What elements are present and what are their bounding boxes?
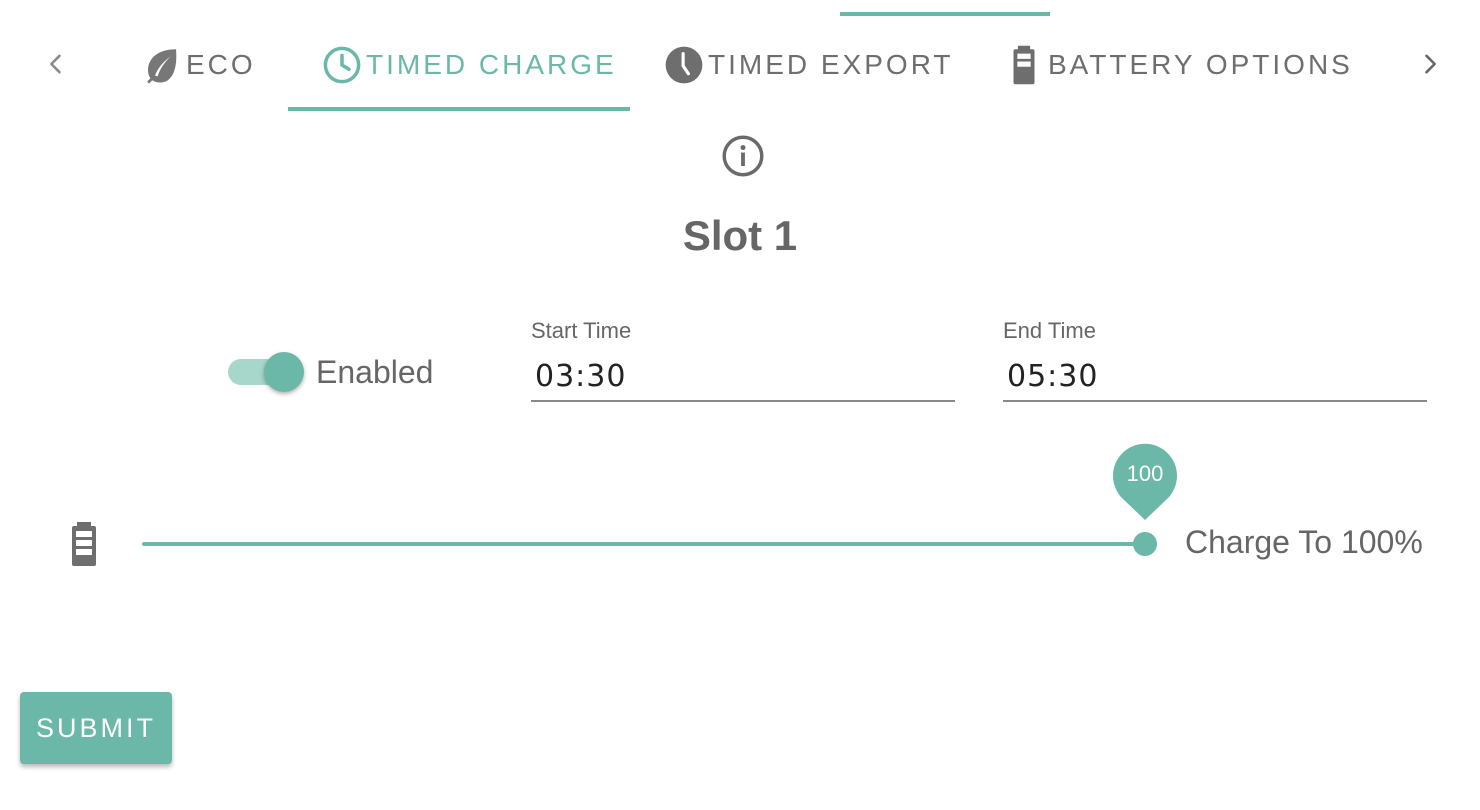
slider-value-bubble: 100 xyxy=(1113,443,1177,521)
start-time-input[interactable] xyxy=(531,352,955,402)
end-time-field: End Time xyxy=(1003,318,1427,406)
charge-to-label: Charge To 100% xyxy=(1185,524,1423,560)
slider-value: 100 xyxy=(1126,461,1164,486)
slider-track xyxy=(142,542,1145,546)
tab-label: BATTERY OPTIONS xyxy=(1048,49,1353,80)
battery-icon xyxy=(68,522,100,566)
tab-label: TIMED EXPORT xyxy=(708,49,954,80)
start-time-field: Start Time xyxy=(531,318,955,406)
clock-filled-icon xyxy=(662,43,706,87)
tab-scroll-indicator xyxy=(840,12,1050,16)
chevron-left-icon xyxy=(50,54,61,74)
clock-outline-icon xyxy=(320,43,364,87)
start-time-label: Start Time xyxy=(531,318,632,343)
slot-title: Slot 1 xyxy=(682,212,798,259)
tabs-next-button[interactable] xyxy=(1410,44,1450,84)
tab-label: TIMED CHARGE xyxy=(366,49,617,80)
chevron-right-icon xyxy=(1425,54,1436,74)
tabs-prev-button[interactable] xyxy=(36,44,76,84)
enabled-label: Enabled xyxy=(316,354,434,390)
enabled-toggle[interactable] xyxy=(226,350,306,394)
tab-timed-export[interactable]: TIMED EXPORT xyxy=(662,36,954,94)
submit-button[interactable]: SUBMIT xyxy=(20,692,172,764)
battery-icon xyxy=(1002,43,1046,87)
end-time-input[interactable] xyxy=(1003,352,1427,402)
end-time-label: End Time xyxy=(1003,318,1096,343)
active-tab-indicator xyxy=(288,107,630,111)
slider-thumb[interactable] xyxy=(1133,532,1157,556)
tab-bar: ECO TIMED CHARGE TIMED EXPORT BATTERY OP… xyxy=(0,0,1480,112)
toggle-thumb xyxy=(264,352,304,392)
timed-charge-page: ECO TIMED CHARGE TIMED EXPORT BATTERY OP… xyxy=(0,0,1480,810)
tab-label: ECO xyxy=(186,49,256,80)
tab-battery-options[interactable]: BATTERY OPTIONS xyxy=(1002,36,1353,94)
info-icon[interactable] xyxy=(720,133,766,179)
tab-timed-charge[interactable]: TIMED CHARGE xyxy=(320,36,617,94)
leaf-icon xyxy=(140,43,184,87)
tab-eco[interactable]: ECO xyxy=(140,36,256,94)
charge-slider[interactable] xyxy=(142,520,1157,570)
